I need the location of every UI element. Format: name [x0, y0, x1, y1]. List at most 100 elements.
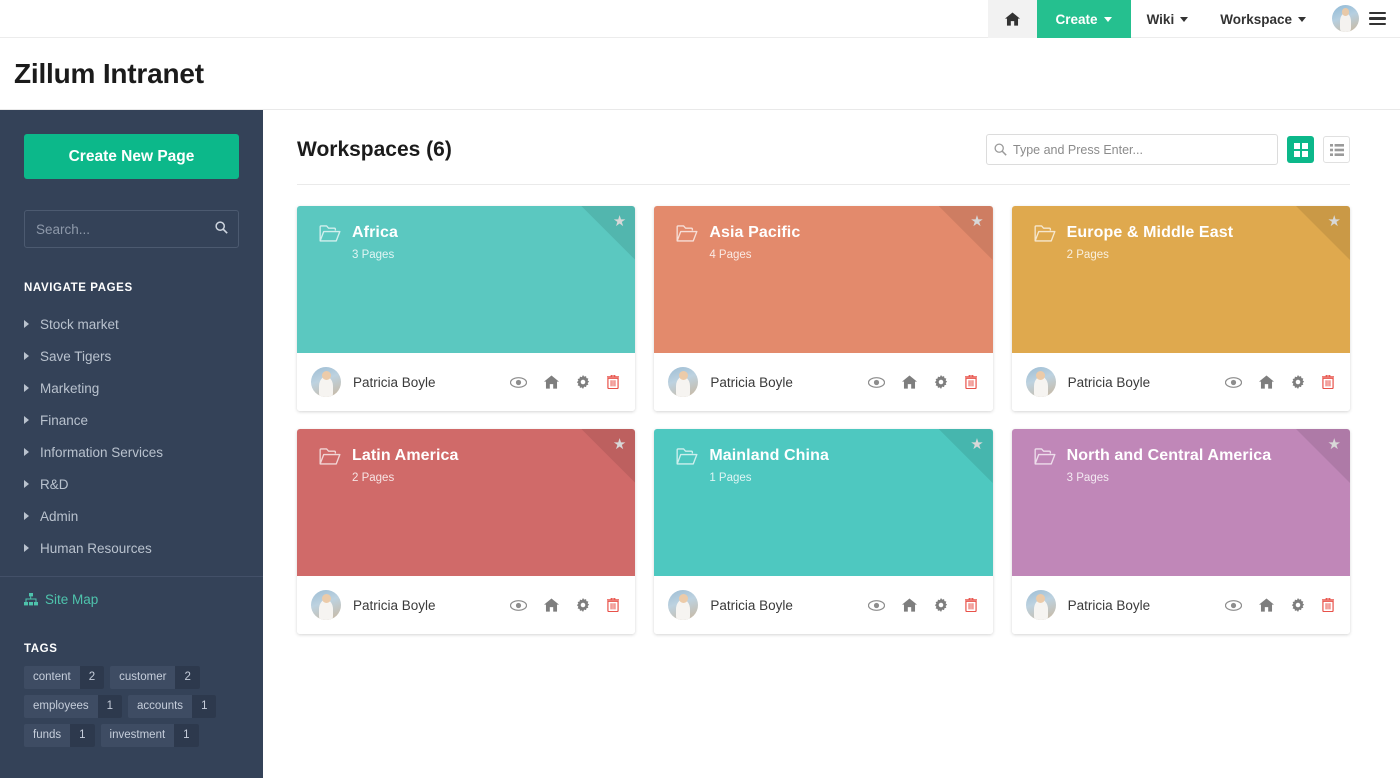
search-icon[interactable] — [994, 143, 1007, 156]
preview-icon[interactable] — [510, 377, 527, 388]
search-icon[interactable] — [215, 221, 228, 234]
trash-icon[interactable] — [965, 375, 977, 389]
tag-accounts[interactable]: accounts 1 — [128, 695, 216, 718]
card-page-count: 2 Pages — [352, 472, 635, 484]
card-footer: Patricia Boyle — [1012, 353, 1350, 411]
chevron-right-icon — [24, 384, 29, 392]
user-avatar[interactable] — [1332, 5, 1359, 32]
trash-icon[interactable] — [1322, 598, 1334, 612]
folder-icon — [1034, 225, 1056, 242]
list-view-button[interactable] — [1323, 136, 1350, 163]
tag-customer[interactable]: customer 2 — [110, 666, 200, 689]
preview-icon[interactable] — [1225, 600, 1242, 611]
card-header: ★ Africa 3 Pages — [297, 206, 635, 353]
home-icon[interactable] — [544, 375, 559, 389]
card-title: Asia Pacific — [709, 224, 800, 242]
gear-icon[interactable] — [576, 598, 590, 612]
sidebar-item-save-tigers[interactable]: Save Tigers — [24, 340, 239, 372]
workspace-search-input[interactable] — [986, 134, 1278, 165]
card-owner: Patricia Boyle — [710, 598, 793, 613]
workspace-card[interactable]: ★ North and Central America 3 Pages Patr… — [1012, 429, 1350, 634]
workspace-card[interactable]: ★ Europe & Middle East 2 Pages Patricia … — [1012, 206, 1350, 411]
workspace-card[interactable]: ★ Africa 3 Pages Patricia Boyle — [297, 206, 635, 411]
grid-view-icon — [1294, 143, 1308, 157]
gear-icon[interactable] — [1291, 375, 1305, 389]
workspace-card[interactable]: ★ Mainland China 1 Pages Patricia Boyle — [654, 429, 992, 634]
home-icon[interactable] — [902, 375, 917, 389]
tag-count: 1 — [70, 724, 94, 747]
sidebar-item-stock-market[interactable]: Stock market — [24, 308, 239, 340]
trash-icon[interactable] — [1322, 375, 1334, 389]
create-new-page-button[interactable]: Create New Page — [24, 134, 239, 179]
nav-create-menu[interactable]: Create — [1037, 0, 1131, 38]
card-actions — [868, 375, 977, 389]
card-page-count: 4 Pages — [709, 249, 992, 261]
card-footer: Patricia Boyle — [1012, 576, 1350, 634]
folder-icon — [319, 225, 341, 242]
sidebar-search-input[interactable] — [24, 210, 239, 248]
home-icon[interactable] — [1259, 375, 1274, 389]
sidebar-item-site-map[interactable]: Site Map — [24, 577, 239, 607]
sidebar-item-label: Information Services — [40, 445, 163, 460]
workspace-card[interactable]: ★ Latin America 2 Pages Patricia Boyle — [297, 429, 635, 634]
home-icon[interactable] — [1259, 598, 1274, 612]
card-footer: Patricia Boyle — [297, 353, 635, 411]
tag-employees[interactable]: employees 1 — [24, 695, 122, 718]
sidebar-item-finance[interactable]: Finance — [24, 404, 239, 436]
workspace-search — [986, 134, 1278, 165]
sidebar-item-marketing[interactable]: Marketing — [24, 372, 239, 404]
tag-label: investment — [101, 724, 175, 747]
star-icon[interactable]: ★ — [1328, 437, 1341, 452]
card-header: ★ Asia Pacific 4 Pages — [654, 206, 992, 353]
sidebar-item-admin[interactable]: Admin — [24, 500, 239, 532]
chevron-right-icon — [24, 416, 29, 424]
trash-icon[interactable] — [607, 375, 619, 389]
star-icon[interactable]: ★ — [613, 214, 626, 229]
gear-icon[interactable] — [934, 598, 948, 612]
home-icon[interactable] — [544, 598, 559, 612]
gear-icon[interactable] — [934, 375, 948, 389]
card-actions — [1225, 598, 1334, 612]
trash-icon[interactable] — [965, 598, 977, 612]
tag-count: 1 — [192, 695, 216, 718]
hamburger-menu-icon[interactable] — [1363, 0, 1400, 37]
workspace-card[interactable]: ★ Asia Pacific 4 Pages Patricia Boyle — [654, 206, 992, 411]
star-icon[interactable]: ★ — [970, 214, 983, 229]
sidebar-item-information-services[interactable]: Information Services — [24, 436, 239, 468]
tag-content[interactable]: content 2 — [24, 666, 104, 689]
tag-count: 1 — [98, 695, 122, 718]
tag-count: 2 — [80, 666, 104, 689]
nav-workspace-label: Workspace — [1220, 12, 1292, 27]
preview-icon[interactable] — [868, 600, 885, 611]
sidebar-item-label: Human Resources — [40, 541, 152, 556]
preview-icon[interactable] — [1225, 377, 1242, 388]
gear-icon[interactable] — [1291, 598, 1305, 612]
card-page-count: 3 Pages — [352, 249, 635, 261]
star-icon[interactable]: ★ — [970, 437, 983, 452]
nav-workspace-menu[interactable]: Workspace — [1204, 0, 1322, 38]
page-title: Zillum Intranet — [14, 58, 204, 90]
trash-icon[interactable] — [607, 598, 619, 612]
preview-icon[interactable] — [868, 377, 885, 388]
avatar — [311, 367, 341, 397]
star-icon[interactable]: ★ — [613, 437, 626, 452]
chevron-down-icon — [1180, 17, 1188, 22]
home-icon[interactable] — [902, 598, 917, 612]
sidebar-item-label: Save Tigers — [40, 349, 111, 364]
gear-icon[interactable] — [576, 375, 590, 389]
nav-wiki-menu[interactable]: Wiki — [1131, 0, 1205, 38]
tag-label: customer — [110, 666, 175, 689]
tag-funds[interactable]: funds 1 — [24, 724, 95, 747]
grid-view-button[interactable] — [1287, 136, 1314, 163]
nav-home-button[interactable] — [988, 0, 1037, 38]
star-icon[interactable]: ★ — [1328, 214, 1341, 229]
sidebar-item-human-resources[interactable]: Human Resources — [24, 532, 239, 564]
avatar — [668, 590, 698, 620]
workspaces-title: Workspaces (6) — [297, 138, 452, 162]
card-actions — [510, 375, 619, 389]
preview-icon[interactable] — [510, 600, 527, 611]
card-footer: Patricia Boyle — [654, 576, 992, 634]
sidebar-item-rd[interactable]: R&D — [24, 468, 239, 500]
card-owner: Patricia Boyle — [1068, 598, 1151, 613]
tag-investment[interactable]: investment 1 — [101, 724, 199, 747]
